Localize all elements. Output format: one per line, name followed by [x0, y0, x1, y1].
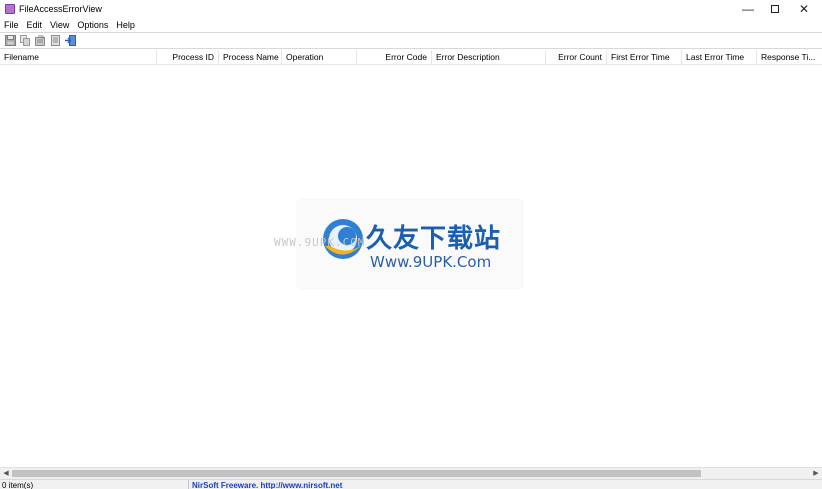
copy-icon — [19, 35, 30, 46]
column-header-process-id[interactable]: Process ID — [157, 50, 219, 65]
watermark-www: WWW.9UPK.COM — [274, 236, 366, 249]
window-title: FileAccessErrorView — [19, 4, 102, 14]
properties-button[interactable] — [34, 35, 46, 47]
menu-file[interactable]: File — [0, 19, 23, 32]
watermark: WWW.9UPK.COM 久友下载站 Www.9UPK.Com — [274, 198, 524, 290]
menu-edit[interactable]: Edit — [23, 19, 47, 32]
save-icon — [4, 35, 16, 46]
column-header-response-time[interactable]: Response Ti... — [757, 50, 822, 65]
properties-icon — [34, 35, 45, 46]
column-header-operation[interactable]: Operation — [282, 50, 357, 65]
column-header-last-error-time[interactable]: Last Error Time — [682, 50, 757, 65]
html-report-button[interactable] — [49, 35, 61, 47]
watermark-url: Www.9UPK.Com — [370, 253, 492, 271]
exit-icon — [64, 35, 76, 46]
nirsoft-link[interactable]: NirSoft Freeware. http://www.nirsoft.net — [192, 481, 342, 489]
title-bar: FileAccessErrorView — ✕ — [0, 0, 822, 19]
html-report-icon — [50, 35, 60, 46]
save-button[interactable] — [4, 35, 16, 47]
status-bar: 0 item(s) NirSoft Freeware. http://www.n… — [0, 479, 822, 489]
watermark-site-name: 久友下载站 — [366, 224, 502, 254]
minimize-button[interactable]: — — [733, 0, 763, 19]
status-divider — [188, 480, 189, 489]
column-header-filename[interactable]: Filename — [0, 50, 157, 65]
minimize-icon: — — [742, 2, 754, 16]
column-header-first-error-time[interactable]: First Error Time — [607, 50, 682, 65]
menu-options[interactable]: Options — [73, 19, 112, 32]
item-count: 0 item(s) — [2, 481, 34, 489]
horizontal-scrollbar[interactable]: ◀ ▶ — [0, 467, 822, 479]
menu-view[interactable]: View — [46, 19, 73, 32]
column-header-error-description[interactable]: Error Description — [432, 50, 546, 65]
column-header-process-name[interactable]: Process Name — [219, 50, 282, 65]
maximize-button[interactable] — [760, 0, 790, 19]
copy-button[interactable] — [19, 35, 31, 47]
scrollbar-thumb[interactable] — [12, 470, 701, 477]
exit-button[interactable] — [64, 35, 76, 47]
scroll-right-arrow-icon[interactable]: ▶ — [810, 468, 822, 479]
toolbar — [0, 32, 822, 49]
app-icon — [5, 4, 15, 14]
column-header-error-count[interactable]: Error Count — [546, 50, 607, 65]
close-icon: ✕ — [798, 2, 810, 16]
close-button[interactable]: ✕ — [789, 0, 819, 19]
column-header-error-code[interactable]: Error Code — [357, 50, 432, 65]
list-header: Filename Process ID Process Name Operati… — [0, 50, 822, 65]
maximize-icon — [771, 5, 779, 13]
menu-help[interactable]: Help — [112, 19, 139, 32]
menu-bar: File Edit View Options Help — [0, 19, 822, 32]
scroll-left-arrow-icon[interactable]: ◀ — [0, 468, 12, 479]
